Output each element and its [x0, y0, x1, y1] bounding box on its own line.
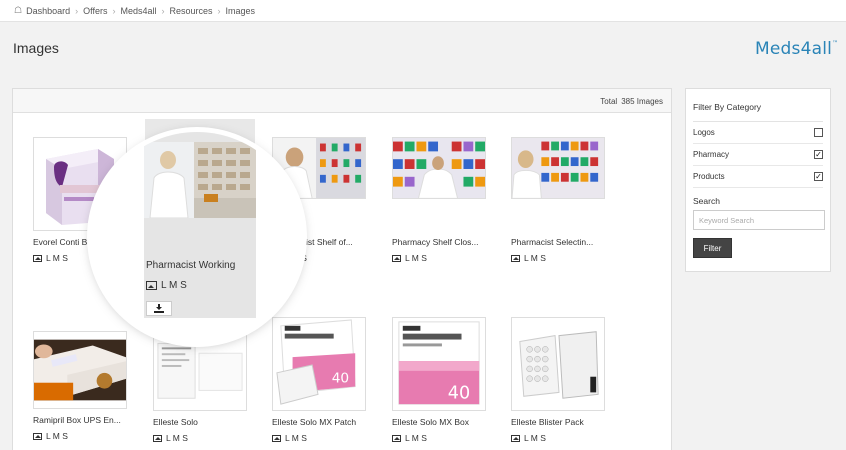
hovered-image-card[interactable]: Pharmacist Working L M S — [144, 132, 256, 318]
image-caption: Elleste Blister Pack — [511, 417, 584, 427]
breadcrumb-separator: › — [161, 5, 165, 16]
filter-title: Filter By Category — [693, 102, 823, 122]
image-thumbnail[interactable]: 40 — [272, 317, 366, 411]
image-caption: Pharmacy Shelf Clos... — [392, 237, 479, 247]
box-number: 40 — [332, 371, 349, 387]
sizes-label[interactable]: L M S — [161, 280, 187, 291]
product-box-image: 40 — [393, 318, 485, 410]
filter-label: Pharmacy — [693, 150, 730, 159]
filter-row-pharmacy[interactable]: Pharmacy ✓ — [693, 144, 823, 166]
image-sizes: L M S — [153, 433, 263, 443]
image-caption: Elleste Solo MX Patch — [272, 417, 357, 427]
ups-box-image — [34, 339, 126, 401]
filter-row-logos[interactable]: Logos — [693, 122, 823, 144]
products-checkbox[interactable]: ✓ — [814, 172, 823, 181]
pharmacy-checkbox[interactable]: ✓ — [814, 150, 823, 159]
hovered-image-thumbnail[interactable] — [144, 142, 256, 218]
image-sizes: L M S — [511, 433, 621, 443]
pharmacist-selecting-image — [512, 138, 604, 198]
sizes-label[interactable]: L M S — [524, 433, 546, 443]
total-label: Total — [600, 97, 618, 106]
image-thumbnail[interactable] — [511, 317, 605, 411]
brand-logo: Meds4all™ — [755, 39, 838, 59]
sizes-label[interactable]: L M S — [46, 253, 68, 263]
box-number: 40 — [448, 383, 470, 403]
breadcrumb-images: Images — [225, 5, 256, 16]
image-icon — [33, 254, 42, 262]
image-thumbnail[interactable]: 40 — [392, 317, 486, 411]
search-label: Search — [693, 196, 720, 206]
image-thumbnail[interactable] — [392, 137, 486, 199]
magnifier-overlay: Pharmacist Working L M S — [92, 132, 302, 342]
image-card[interactable]: 40 Elleste Solo MX Patch L M S — [272, 317, 382, 443]
image-sizes: L M S — [392, 433, 502, 443]
sizes-label[interactable]: L M S — [524, 253, 546, 263]
filter-row-products[interactable]: Products ✓ — [693, 166, 823, 188]
logos-checkbox[interactable] — [814, 128, 823, 137]
filter-label: Logos — [693, 128, 715, 137]
home-icon: ☖ — [14, 5, 23, 15]
image-card[interactable]: Elleste Blister Pack L M S — [511, 317, 621, 443]
image-caption: Ramipril Box UPS En... — [33, 415, 121, 425]
breadcrumb-separator: › — [217, 5, 221, 16]
image-icon — [272, 434, 281, 442]
image-sizes: L M S — [33, 431, 143, 441]
hovered-image-caption: Pharmacist Working — [146, 260, 236, 271]
breadcrumb-dashboard[interactable]: Dashboard — [26, 6, 70, 16]
image-sizes: L M S — [392, 253, 502, 263]
breadcrumb-separator: › — [112, 5, 116, 16]
magnifier-background — [92, 132, 144, 342]
image-thumbnail[interactable] — [511, 137, 605, 199]
image-caption: Pharmacist Selectin... — [511, 237, 594, 247]
patch-box-image: 40 — [273, 318, 365, 410]
download-button[interactable] — [146, 301, 172, 316]
image-icon — [511, 254, 520, 262]
image-caption: Elleste Solo — [153, 417, 198, 427]
filter-button[interactable]: Filter — [693, 238, 732, 258]
brand-logo-text: Meds4all — [755, 39, 833, 59]
total-count: 385 Images — [621, 97, 663, 106]
filter-panel: Filter By Category Logos Pharmacy ✓ Prod… — [685, 88, 831, 272]
blister-pack-image — [512, 318, 604, 410]
image-card[interactable]: Pharmacy Shelf Clos... L M S — [392, 137, 502, 263]
image-icon — [392, 254, 401, 262]
sizes-label[interactable]: L M S — [405, 433, 427, 443]
download-icon — [154, 304, 164, 313]
filter-label: Products — [693, 172, 725, 181]
breadcrumb-resources[interactable]: Resources — [169, 6, 212, 16]
sizes-label[interactable]: L M S — [405, 253, 427, 263]
sizes-label[interactable]: L M S — [285, 433, 307, 443]
pharmacist-working-image — [144, 142, 256, 218]
breadcrumb: ☖ Dashboard › Offers › Meds4all › Resour… — [0, 0, 846, 22]
image-thumbnail[interactable] — [33, 331, 127, 409]
hovered-image-sizes: L M S — [146, 280, 187, 291]
image-icon — [33, 432, 42, 440]
image-icon — [153, 434, 162, 442]
image-card[interactable]: 40 Elleste Solo MX Box L M S — [392, 317, 502, 443]
brand-trademark: ™ — [832, 40, 839, 47]
image-icon — [511, 434, 520, 442]
image-card[interactable]: Pharmacist Selectin... L M S — [511, 137, 621, 263]
breadcrumb-offers[interactable]: Offers — [83, 6, 107, 16]
image-sizes: L M S — [511, 253, 621, 263]
breadcrumb-separator: › — [75, 5, 79, 16]
image-icon — [392, 434, 401, 442]
sizes-label[interactable]: L M S — [166, 433, 188, 443]
page-title: Images — [13, 40, 59, 56]
image-caption: Elleste Solo MX Box — [392, 417, 470, 427]
sizes-label[interactable]: L M S — [46, 431, 68, 441]
panel-header: Total 385 Images — [13, 89, 671, 113]
image-sizes: L M S — [272, 433, 382, 443]
pharmacy-shelf-closeup-image — [393, 138, 485, 198]
search-input[interactable] — [693, 210, 825, 230]
breadcrumb-meds4all[interactable]: Meds4all — [120, 6, 156, 16]
image-icon — [146, 281, 157, 290]
